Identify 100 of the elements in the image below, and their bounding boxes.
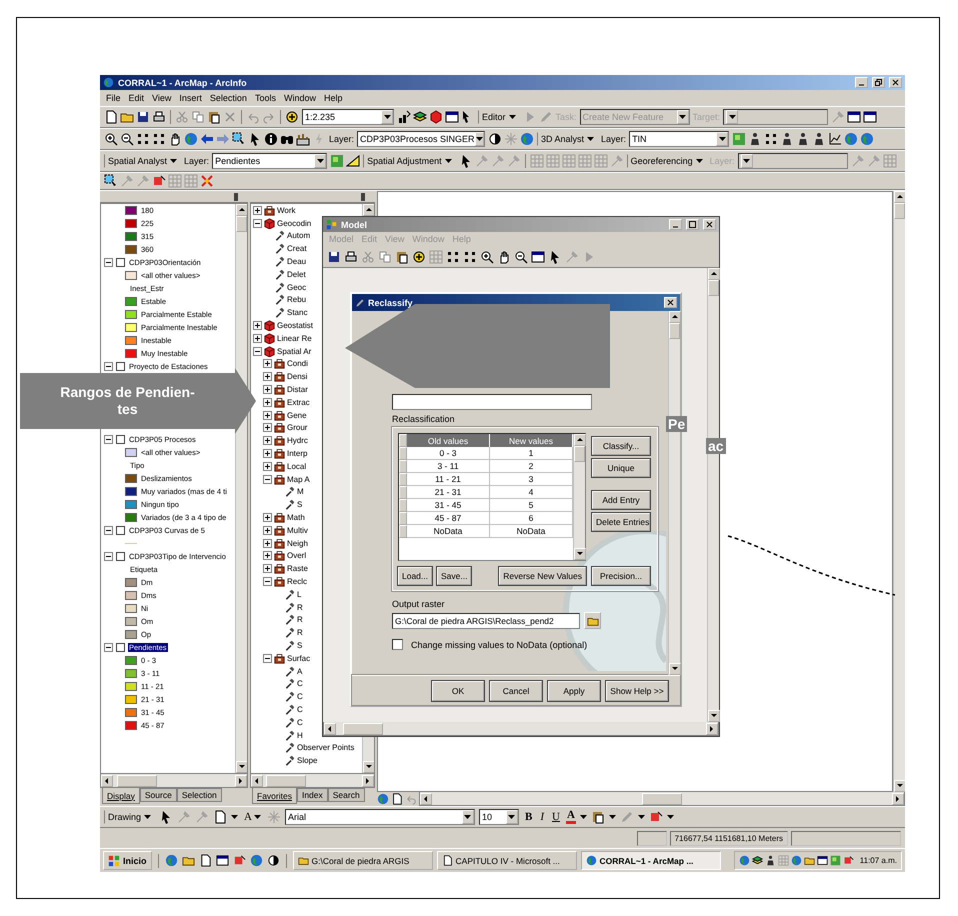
menu-item[interactable]: Selection xyxy=(210,93,247,103)
tool-item[interactable]: S xyxy=(297,500,302,510)
toolbox-item[interactable]: Work xyxy=(277,206,296,215)
window-title: CORRAL~1 - ArcMap - ArcInfo xyxy=(118,78,248,88)
menu-item[interactable]: Insert xyxy=(179,93,202,103)
tab[interactable]: Index xyxy=(296,788,328,802)
menu-item[interactable]: View xyxy=(152,93,172,103)
callout-label: Rangos de Pendien- tes xyxy=(59,384,196,418)
tool-item[interactable]: Rebu xyxy=(287,295,306,304)
tool-item[interactable]: C xyxy=(297,704,303,714)
button[interactable]: Delete Entries xyxy=(592,513,650,531)
italic-button[interactable]: I xyxy=(538,811,546,823)
tool-item[interactable]: Delet xyxy=(287,270,306,279)
button[interactable]: Apply xyxy=(548,680,600,700)
table-cell: NoData xyxy=(407,525,490,538)
toolbox-item[interactable]: Densi xyxy=(287,372,308,382)
tool-item[interactable]: S xyxy=(297,640,302,650)
menu-item[interactable]: Help xyxy=(324,93,342,103)
dropdown-field[interactable]: 1:2.235 xyxy=(302,109,394,125)
column-header: New values xyxy=(490,434,573,447)
tool-item[interactable]: M xyxy=(297,487,304,496)
taskbar-button[interactable]: CAPITULO IV - Microsoft ... xyxy=(436,851,577,870)
toolbox-item[interactable]: Spatial Ar xyxy=(277,346,312,356)
toolbox-item[interactable]: Local xyxy=(287,462,306,471)
button[interactable]: OK xyxy=(432,680,484,700)
font-field[interactable]: Arial xyxy=(284,809,475,825)
table-cell: 0 - 3 xyxy=(407,447,490,460)
tab[interactable]: Source xyxy=(140,788,177,802)
menu-item[interactable]: File xyxy=(106,93,121,103)
output-field[interactable]: G:\Coral de piedra ARGIS\Reclass_pend2 xyxy=(392,612,580,628)
button[interactable]: Classify... xyxy=(592,437,650,455)
button[interactable]: Cancel xyxy=(490,680,542,700)
button[interactable]: Precision... xyxy=(592,567,650,585)
toolbox-item[interactable]: Map A xyxy=(287,474,310,484)
toolbox-item[interactable]: Geostatist xyxy=(277,321,314,330)
tab[interactable]: Selection xyxy=(176,788,222,802)
toolbox-item[interactable]: Condi xyxy=(287,359,308,368)
toolbar-label: Layer: xyxy=(184,156,210,166)
toolbox-item[interactable]: Extrac xyxy=(287,398,310,407)
dropdown-field[interactable]: Pendientes xyxy=(212,153,328,169)
tool-item[interactable]: C xyxy=(297,718,303,727)
tool-item[interactable]: Slope xyxy=(297,756,318,766)
tab[interactable]: Favorites xyxy=(252,788,297,804)
dropdown-field[interactable]: CDP3P03Procesos SINGER xyxy=(357,131,486,147)
tool-item[interactable]: A xyxy=(297,666,302,676)
toolbox-item[interactable]: Gene xyxy=(287,410,307,420)
toolbar-menu[interactable]: 3D Analyst xyxy=(537,132,598,146)
button[interactable]: Load... xyxy=(398,567,432,585)
toolbox-item[interactable]: Grour xyxy=(287,423,308,432)
toolbox-item[interactable]: Reclc xyxy=(287,577,308,586)
bold-button[interactable]: B xyxy=(522,811,534,823)
tool-item[interactable]: Geoc xyxy=(287,282,306,292)
menu-item[interactable]: Window xyxy=(284,93,316,103)
toolbox-item[interactable]: Overl xyxy=(287,551,306,560)
toolbox-item[interactable]: Linear Re xyxy=(277,334,312,343)
start-button[interactable]: Inicio xyxy=(103,851,152,870)
toolbox-item[interactable]: Interp xyxy=(287,449,308,458)
tool-item[interactable]: C xyxy=(297,692,303,702)
toolbar-menu[interactable]: Spatial Adjustment xyxy=(363,154,456,168)
tool-item[interactable]: Creat xyxy=(287,244,307,254)
tool-item[interactable]: L xyxy=(297,590,302,599)
menu-item[interactable]: Edit xyxy=(128,93,144,103)
toolbox-item[interactable]: Math xyxy=(287,513,305,522)
text-tool-button[interactable]: A xyxy=(242,811,263,823)
toolbar-menu[interactable]: Spatial Analyst xyxy=(104,154,182,168)
toolbar-menu[interactable]: Drawing xyxy=(104,810,156,824)
tool-item[interactable]: C xyxy=(297,679,303,688)
button[interactable]: Save... xyxy=(437,567,472,585)
toolbar-menu[interactable]: Editor xyxy=(478,110,520,124)
toolbox-item[interactable]: Distar xyxy=(287,385,308,394)
tab[interactable]: Display xyxy=(102,788,140,804)
menu-item[interactable]: Tools xyxy=(254,93,276,103)
font-color-button[interactable]: A xyxy=(566,810,576,824)
tool-item[interactable]: Autom xyxy=(287,231,310,240)
toolbox-item[interactable]: Raste xyxy=(287,564,308,574)
toolbox-item[interactable]: Multiv xyxy=(287,526,308,535)
toolbox-item[interactable]: Neigh xyxy=(287,538,308,548)
taskbar-button[interactable]: G:\Coral de piedra ARGIS xyxy=(292,851,433,870)
font-size-field[interactable]: 10 xyxy=(478,809,519,825)
toolbox-item[interactable]: Hydrc xyxy=(287,436,308,446)
tool-item[interactable]: R xyxy=(297,602,303,612)
underline-button[interactable]: U xyxy=(550,811,562,823)
tool-item[interactable]: Observer Points xyxy=(297,743,354,752)
button[interactable]: Reverse New Values xyxy=(499,567,586,585)
button[interactable]: Add Entry xyxy=(592,491,650,509)
tool-item[interactable]: Deau xyxy=(287,257,306,266)
dropdown-field[interactable]: TIN xyxy=(629,131,730,147)
tool-item[interactable]: R xyxy=(297,615,303,624)
table-cell: 45 - 87 xyxy=(407,512,490,525)
toolbox-item[interactable]: Surfac xyxy=(287,654,310,663)
toolbox-item[interactable]: Geocodin xyxy=(277,218,312,228)
tool-item[interactable]: Stanc xyxy=(287,308,308,318)
callout-label: ac xyxy=(706,438,726,454)
tool-item[interactable]: H xyxy=(297,730,303,740)
tool-item[interactable]: R xyxy=(297,628,303,638)
taskbar-button[interactable]: CORRAL~1 - ArcMap ... xyxy=(580,851,721,870)
button[interactable]: Unique xyxy=(592,459,650,477)
button[interactable]: Show Help >> xyxy=(606,680,668,700)
toolbar-menu[interactable]: Georeferencing xyxy=(626,154,707,168)
tab[interactable]: Search xyxy=(328,788,365,802)
